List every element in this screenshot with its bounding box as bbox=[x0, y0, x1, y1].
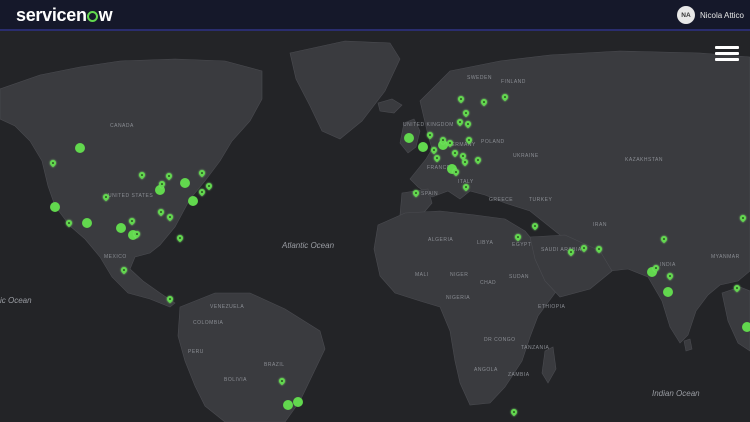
label-ethiopia: ETHIOPIA bbox=[538, 304, 566, 310]
marker-cluster[interactable] bbox=[663, 287, 673, 297]
label-myanmar: MYANMAR bbox=[711, 254, 740, 260]
label-atlantic-ocean: Atlantic Ocean bbox=[282, 241, 335, 250]
marker-cluster[interactable] bbox=[293, 397, 303, 407]
label-brazil: BRAZIL bbox=[264, 362, 285, 368]
label-iran: IRAN bbox=[593, 222, 607, 228]
label-dr-congo: DR CONGO bbox=[484, 337, 516, 343]
label-indian-ocean: Indian Ocean bbox=[652, 389, 700, 398]
marker-cluster[interactable] bbox=[188, 196, 198, 206]
avatar[interactable]: NA bbox=[676, 6, 695, 24]
label-finland: FINLAND bbox=[501, 79, 526, 85]
user-name: Nicola Attico bbox=[699, 10, 744, 20]
top-bar: servicen w NA Nicola Attico bbox=[0, 0, 750, 31]
label-tanzania: TANZANIA bbox=[521, 345, 550, 351]
label-pacific-ocean: ic Ocean bbox=[0, 296, 32, 305]
label-peru: PERU bbox=[188, 349, 204, 355]
logo-text-end: w bbox=[98, 5, 113, 25]
marker-cluster[interactable] bbox=[82, 218, 92, 228]
menu-bar bbox=[715, 46, 739, 49]
marker-cluster[interactable] bbox=[404, 133, 414, 143]
menu-bar bbox=[715, 58, 739, 61]
label-greece: GREECE bbox=[489, 197, 514, 203]
label-canada: CANADA bbox=[110, 123, 134, 129]
label-libya: LIBYA bbox=[477, 240, 494, 246]
label-india: INDIA bbox=[660, 262, 676, 268]
label-niger: NIGER bbox=[450, 272, 469, 278]
logo-o-icon bbox=[87, 11, 99, 22]
marker-cluster[interactable] bbox=[283, 400, 293, 410]
label-nigeria: NIGERIA bbox=[446, 295, 471, 301]
logo-text-start: servicen bbox=[16, 5, 87, 25]
label-mali: MALI bbox=[415, 272, 429, 278]
user-menu[interactable]: NA Nicola Attico bbox=[676, 6, 744, 24]
app-root: servicen w NA Nicola Attico CANADA UNITED… bbox=[0, 0, 750, 422]
label-united-states: UNITED STATES bbox=[108, 193, 154, 199]
label-spain: SPAIN bbox=[421, 191, 439, 197]
label-zambia: ZAMBIA bbox=[508, 372, 530, 378]
marker-cluster[interactable] bbox=[742, 322, 750, 332]
label-chad: CHAD bbox=[480, 280, 497, 286]
servicenow-logo[interactable]: servicen w bbox=[16, 5, 113, 26]
label-kazakhstan: KAZAKHSTAN bbox=[625, 157, 663, 163]
label-egypt: EGYPT bbox=[512, 242, 532, 248]
label-mexico: MEXICO bbox=[104, 254, 127, 260]
label-sudan: SUDAN bbox=[509, 274, 530, 280]
marker-cluster[interactable] bbox=[180, 178, 190, 188]
marker-cluster[interactable] bbox=[418, 142, 428, 152]
marker-cluster[interactable] bbox=[116, 223, 126, 233]
label-sweden: SWEDEN bbox=[467, 75, 492, 81]
marker-cluster[interactable] bbox=[50, 202, 60, 212]
label-ukraine: UKRAINE bbox=[513, 153, 539, 159]
label-venezuela: VENEZUELA bbox=[210, 304, 245, 310]
menu-icon[interactable] bbox=[715, 44, 739, 64]
label-bolivia: BOLIVIA bbox=[224, 377, 247, 383]
label-poland: POLAND bbox=[481, 139, 505, 145]
label-colombia: COLOMBIA bbox=[193, 320, 224, 326]
label-angola: ANGOLA bbox=[474, 367, 498, 373]
world-map[interactable] bbox=[0, 31, 750, 422]
label-united-kingdom: UNITED KINGDOM bbox=[403, 122, 454, 128]
label-algeria: ALGERIA bbox=[428, 237, 454, 243]
menu-bar bbox=[715, 52, 739, 55]
marker-cluster[interactable] bbox=[75, 143, 85, 153]
label-turkey: TURKEY bbox=[529, 197, 553, 203]
label-saudi-arabia: SAUDI ARABIA bbox=[541, 247, 582, 253]
